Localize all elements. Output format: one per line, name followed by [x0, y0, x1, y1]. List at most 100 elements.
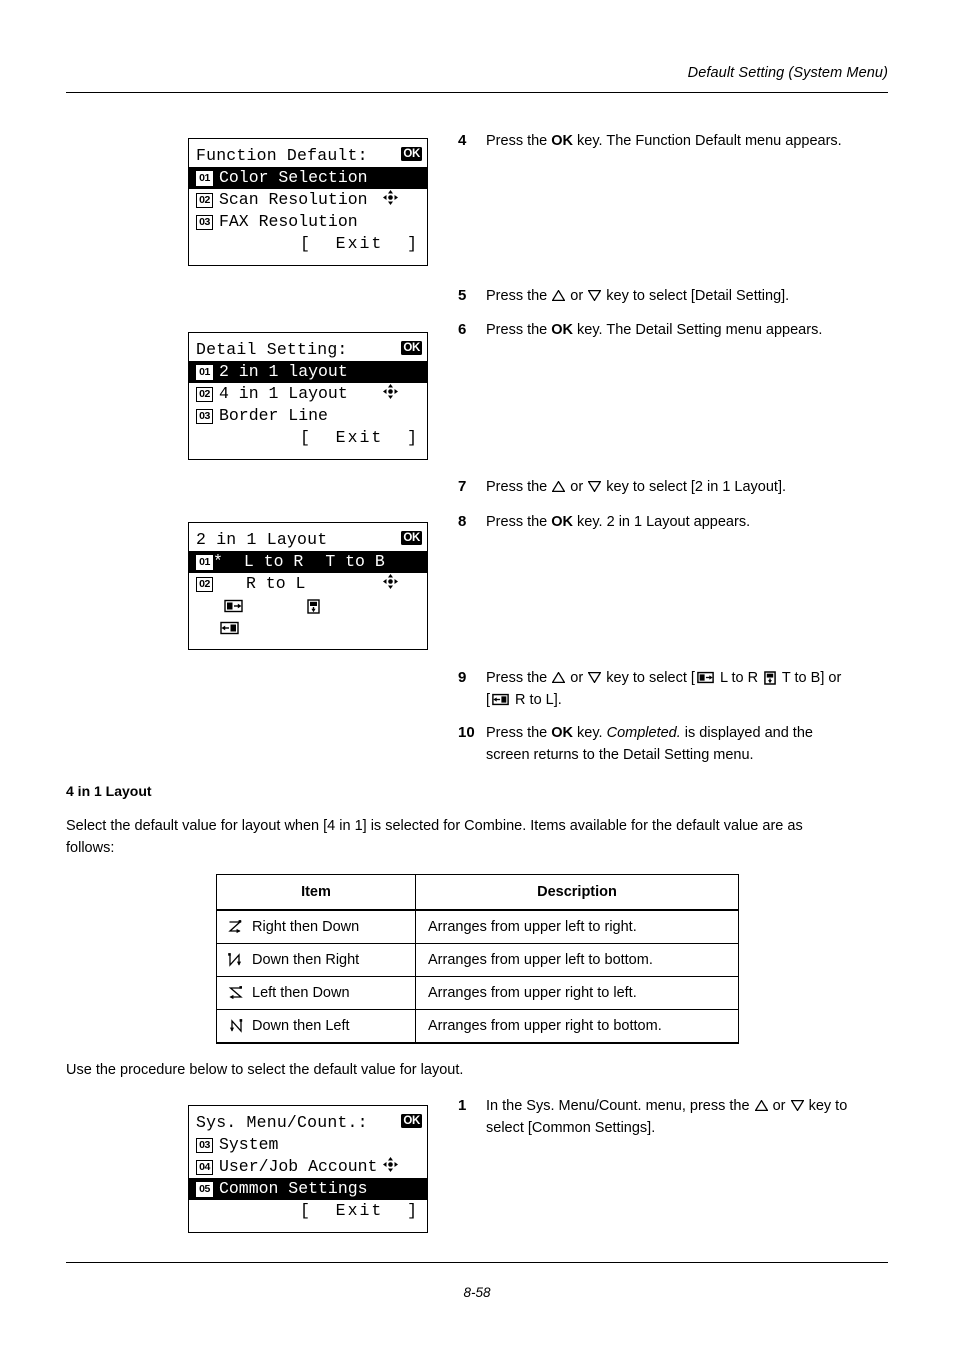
cell-description: Arranges from upper right to left. [415, 976, 739, 1010]
lcd-title-text: Function Default: [196, 146, 368, 165]
step-number: 5 [458, 287, 467, 304]
left-to-right-layout-icon [697, 671, 714, 684]
default-asterisk: * [213, 552, 223, 571]
lcd-exit-softkey[interactable]: [ Exit ] [189, 233, 427, 255]
top-to-bottom-layout-icon [307, 555, 321, 614]
header-divider [66, 92, 888, 93]
step-8: 8 Press the OK key. 2 in 1 Layout appear… [458, 511, 908, 533]
exit-label: [ Exit ] [299, 1201, 419, 1220]
step-text-part: In the Sys. Menu/Count. menu, press the [486, 1098, 754, 1114]
completed-word: Completed. [606, 725, 681, 741]
lcd-title-text: Sys. Menu/Count.: [196, 1113, 368, 1132]
up-arrow-icon [552, 672, 566, 683]
step-text-part: or [768, 1098, 790, 1114]
step-text-part: is displayed and the [680, 725, 813, 741]
step-text-part: key to [804, 1098, 848, 1114]
lcd-list-item[interactable]: 04 User/Job Account [189, 1156, 427, 1178]
item-number-chip: 03 [196, 1137, 213, 1153]
paragraph-line: follows: [66, 840, 115, 856]
ok-key-badge: OK [401, 340, 422, 355]
cell-description: Arranges from upper left to right. [415, 909, 739, 944]
lcd-screen-detail-setting: Detail Setting: OK 01 2 in 1 layout 02 4… [188, 332, 428, 460]
item-number-chip: 05 [196, 1181, 213, 1197]
item-number-chip: 02 [196, 192, 213, 208]
lcd-exit-softkey[interactable]: [ Exit ] [189, 427, 427, 449]
top-to-bottom-layout-icon [764, 671, 776, 685]
step-text-part: or [566, 288, 588, 304]
cell-item: Down then Left [216, 1009, 416, 1044]
item-label: Left then Down [252, 985, 350, 1001]
step-text: Press the or key to select [Detail Setti… [486, 285, 789, 307]
ok-key-badge: OK [401, 1113, 422, 1128]
item-number-chip: 01 [196, 170, 213, 186]
navigation-pad-icon [383, 1113, 399, 1172]
section-outro-paragraph: Use the procedure below to select the de… [66, 1062, 464, 1078]
right-to-left-layout-icon [492, 693, 509, 706]
section-heading: 4 in 1 Layout [66, 783, 152, 799]
table-row: Down then Right Arranges from upper left… [216, 943, 739, 977]
up-arrow-icon [552, 290, 566, 301]
table-row: Left then Down Arranges from upper right… [216, 976, 739, 1010]
table-row: Down then Left Arranges from upper right… [216, 1009, 739, 1044]
down-then-right-icon [227, 952, 244, 969]
layout-label-left-to-right: L to R [243, 552, 304, 571]
step-text-part: or [566, 479, 588, 495]
lcd-screen-sys-menu-count: Sys. Menu/Count.: OK 03 System 04 User/J… [188, 1105, 428, 1233]
down-then-left-icon [227, 1018, 244, 1035]
step-number: 8 [458, 513, 467, 530]
layout-label-right-to-left: R to L [246, 574, 306, 593]
step-text-part: Press the [486, 133, 552, 149]
ok-key-word: OK [551, 133, 574, 149]
lcd-list-item-selected[interactable]: 01 * L to R T to B [189, 551, 427, 614]
document-page: Default Setting (System Menu) Function D… [0, 0, 954, 1350]
step-text-part: T to B] or [778, 670, 842, 686]
lcd-title-icons: OK [383, 340, 422, 399]
navigation-pad-icon [383, 146, 399, 205]
lcd-list-item-selected[interactable]: 01 2 in 1 layout [189, 361, 427, 383]
navigation-pad-icon [383, 340, 399, 399]
lcd-title-row: Detail Setting: OK [189, 339, 427, 399]
table-header: Item Description [216, 874, 739, 911]
step-number: 4 [458, 132, 467, 149]
paragraph-line: Select the default value for layout when… [66, 818, 803, 834]
lcd-list-item[interactable]: 03 Border Line [189, 405, 427, 427]
running-header-title: Default Setting (System Menu) [687, 65, 888, 81]
up-arrow-icon [754, 1100, 768, 1111]
item-label: Border Line [219, 406, 328, 425]
left-to-right-layout-icon [223, 555, 243, 613]
item-number-chip: 03 [196, 408, 213, 424]
item-number-chip: 01 [196, 364, 213, 380]
step-text-part: Press the [486, 514, 552, 530]
step-text-part: R to L]. [511, 692, 562, 708]
lcd-list-item[interactable]: 03 FAX Resolution [189, 211, 427, 233]
step-6: 6 Press the OK key. The Detail Setting m… [458, 319, 908, 341]
lcd-list-item-selected[interactable]: 01 Color Selection [189, 167, 427, 189]
step-7: 7 Press the or key to select [2 in 1 Lay… [458, 476, 908, 498]
lcd-list-item-selected[interactable]: 05 Common Settings [189, 1178, 427, 1200]
down-arrow-icon [790, 1100, 804, 1111]
footer-divider [66, 1262, 888, 1263]
lcd-list-item[interactable]: 02 4 in 1 Layout [189, 383, 427, 405]
item-label: Color Selection [219, 168, 368, 187]
step-text: Press the OK key. 2 in 1 Layout appears. [486, 511, 750, 533]
lcd-list-item[interactable]: 02 R to L [189, 573, 427, 635]
navigation-pad-icon [383, 530, 399, 589]
ok-key-badge: OK [401, 530, 422, 545]
lcd-list-item[interactable]: 02 Scan Resolution [189, 189, 427, 211]
right-then-down-icon [227, 919, 244, 936]
item-number-chip: 02 [196, 576, 213, 592]
down-arrow-icon [588, 481, 602, 492]
lcd-exit-softkey[interactable]: [ Exit ] [189, 1200, 427, 1222]
lcd-title-icons: OK [383, 146, 422, 205]
step-text-part: Press the [486, 322, 552, 338]
lcd-screen-function-default: Function Default: OK 01 Color Selection [188, 138, 428, 266]
step-number: 7 [458, 478, 467, 495]
item-label: 2 in 1 layout [219, 362, 348, 381]
item-label: Right then Down [252, 919, 360, 935]
column-header-description: Description [415, 874, 739, 911]
lcd-list-item[interactable]: 03 System [189, 1134, 427, 1156]
step-text: Press the OK key. Completed. is displaye… [486, 722, 813, 766]
layout-options-table: Item Description Right then Down Arrange… [216, 874, 739, 1044]
step-text-part: Press the [486, 479, 552, 495]
step-text-part: L to R [715, 670, 763, 686]
